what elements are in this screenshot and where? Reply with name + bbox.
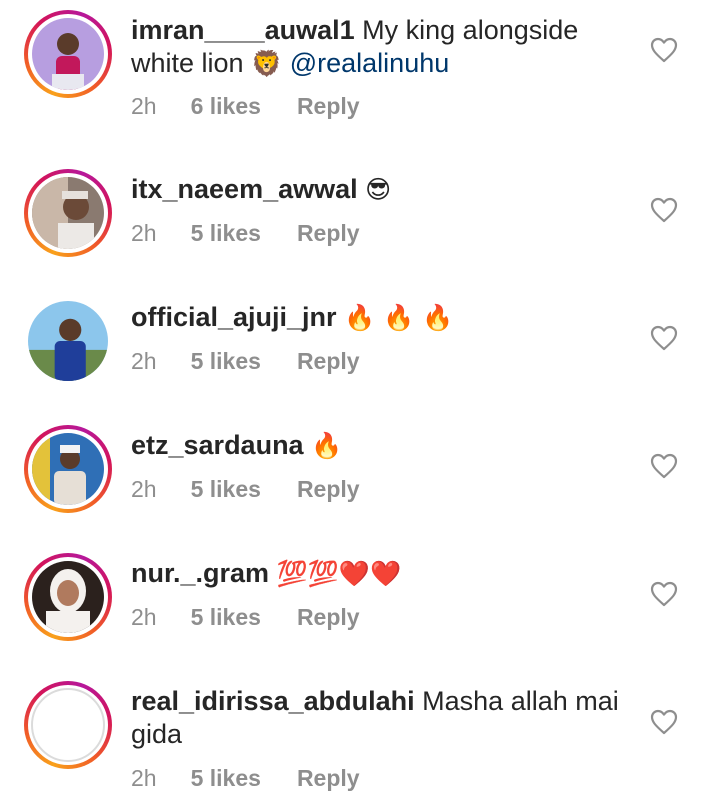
comment-username[interactable]: imran____auwal1 (131, 15, 355, 45)
comment-meta: 2h 5 likes Reply (131, 604, 360, 631)
comment-meta: 2h 5 likes Reply (131, 220, 360, 247)
comment-time: 2h (131, 348, 157, 374)
comment-likes[interactable]: 5 likes (191, 220, 261, 246)
reply-button[interactable]: Reply (297, 93, 360, 119)
comment-likes[interactable]: 5 likes (191, 765, 261, 791)
comment-meta: 2h 5 likes Reply (131, 348, 360, 375)
comment-likes[interactable]: 5 likes (191, 604, 261, 630)
heart-icon[interactable] (650, 37, 678, 63)
fire-emoji: 🔥 🔥 🔥 (344, 303, 454, 332)
reply-button[interactable]: Reply (297, 604, 360, 630)
comment-text: official_ajuji_jnr 🔥 🔥 🔥 (131, 301, 631, 334)
comment-username[interactable]: nur._.gram (131, 558, 269, 588)
heart-icon[interactable] (650, 197, 678, 223)
mention-link[interactable]: @realalinuhu (290, 48, 450, 78)
reply-button[interactable]: Reply (297, 220, 360, 246)
avatar[interactable] (24, 425, 112, 513)
heart-icon[interactable] (650, 453, 678, 479)
comment-username[interactable]: etz_sardauna (131, 430, 304, 460)
comment-time: 2h (131, 220, 157, 246)
comment-likes[interactable]: 6 likes (191, 93, 261, 119)
comment-meta: 2h 5 likes Reply (131, 476, 360, 503)
avatar[interactable] (24, 553, 112, 641)
avatar[interactable] (24, 169, 112, 257)
reply-button[interactable]: Reply (297, 765, 360, 791)
comment-likes[interactable]: 5 likes (191, 476, 261, 502)
comment-text: itx_naeem_awwal 😎 (131, 173, 631, 206)
comment-text: imran____auwal1 My king alongside white … (131, 14, 631, 80)
comment-text: real_idirissa_abdulahi Masha allah mai g… (131, 685, 631, 751)
avatar[interactable] (24, 681, 112, 769)
comment-time: 2h (131, 765, 157, 791)
hundred-heart-emoji: 💯💯❤️❤️ (276, 559, 402, 588)
comment-text: nur._.gram 💯💯❤️❤️ (131, 557, 631, 590)
avatar[interactable] (24, 10, 112, 98)
comment-time: 2h (131, 476, 157, 502)
fire-emoji: 🔥 (311, 431, 343, 460)
comment-text: etz_sardauna 🔥 (131, 429, 631, 462)
comment-username[interactable]: real_idirissa_abdulahi (131, 686, 415, 716)
reply-button[interactable]: Reply (297, 476, 360, 502)
heart-icon[interactable] (650, 709, 678, 735)
comment-time: 2h (131, 93, 157, 119)
comment-meta: 2h 5 likes Reply (131, 765, 360, 792)
comment-likes[interactable]: 5 likes (191, 348, 261, 374)
comment-username[interactable]: official_ajuji_jnr (131, 302, 337, 332)
sunglasses-emoji: 😎 (365, 175, 392, 204)
heart-icon[interactable] (650, 581, 678, 607)
comment-meta: 2h 6 likes Reply (131, 93, 360, 120)
reply-button[interactable]: Reply (297, 348, 360, 374)
lion-emoji: 🦁 (251, 49, 283, 78)
heart-icon[interactable] (650, 325, 678, 351)
comment-time: 2h (131, 604, 157, 630)
comment-username[interactable]: itx_naeem_awwal (131, 174, 358, 204)
avatar[interactable] (24, 297, 112, 385)
